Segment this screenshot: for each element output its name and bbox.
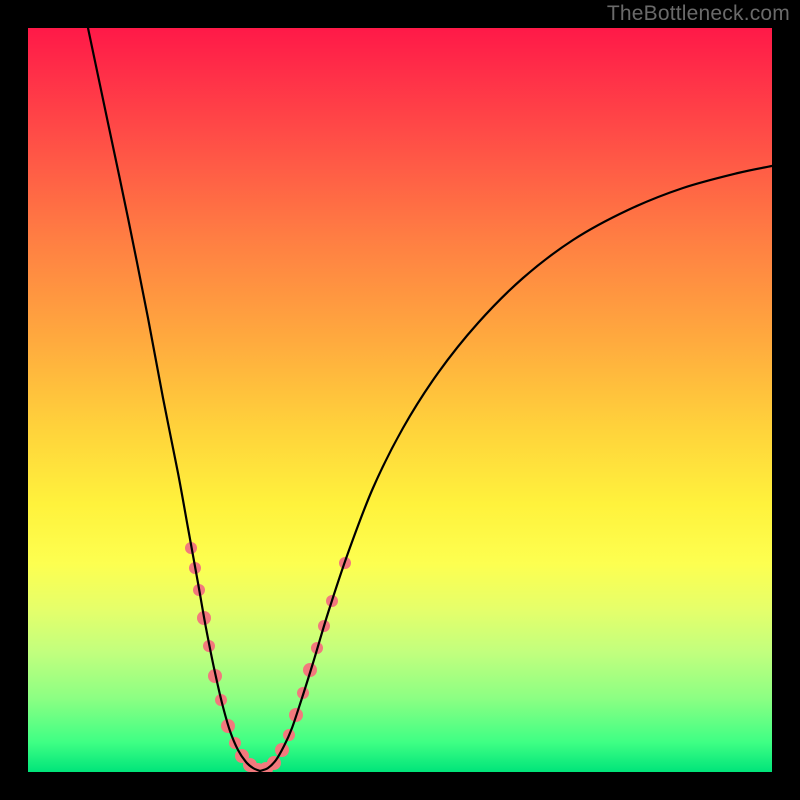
plot-area bbox=[28, 28, 772, 772]
chart-svg bbox=[28, 28, 772, 772]
curve-right-curve bbox=[260, 166, 772, 771]
watermark-label: TheBottleneck.com bbox=[607, 2, 790, 26]
line-layer bbox=[88, 28, 772, 771]
chart-frame: TheBottleneck.com bbox=[0, 0, 800, 800]
marker-layer bbox=[185, 542, 351, 772]
curve-left-curve bbox=[88, 28, 260, 771]
